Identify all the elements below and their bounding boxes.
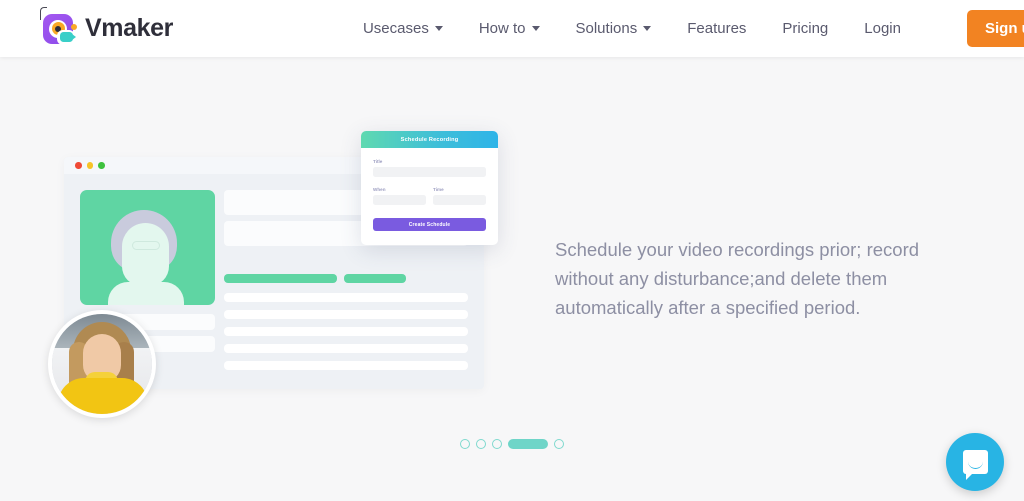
video-preview-panel <box>80 190 215 305</box>
hero-section: Schedule Recording Title When Time Creat… <box>0 57 1024 501</box>
illustration-face-shape <box>122 223 169 286</box>
chevron-down-icon <box>434 26 443 31</box>
brand-name: Vmaker <box>85 14 173 42</box>
nav-item-pricing[interactable]: Pricing <box>782 20 828 37</box>
avatar <box>48 310 156 418</box>
main-navigation: Usecases How to Solutions Features Prici… <box>363 10 1024 47</box>
time-field-label: Time <box>433 187 444 192</box>
sign-up-now-button[interactable]: Sign up Now <box>966 10 1024 47</box>
logo-orange-dot-icon <box>71 23 77 30</box>
carousel-dot-2[interactable] <box>476 439 486 449</box>
nav-item-features-label: Features <box>687 20 747 37</box>
chevron-down-icon <box>531 26 540 31</box>
brand-logo[interactable]: Vmaker <box>38 6 173 48</box>
placeholder-accent-bar <box>344 274 406 283</box>
avatar-sweater-shape <box>58 378 148 414</box>
title-field-label: Title <box>373 159 383 164</box>
site-header: Vmaker Usecases How to Solutions Feature… <box>0 0 1024 57</box>
placeholder-line <box>224 344 468 353</box>
nav-item-solutions-label: Solutions <box>575 20 638 37</box>
placeholder-line <box>224 310 468 319</box>
nav-item-how-to-label: How to <box>478 20 526 37</box>
schedule-recording-modal: Schedule Recording Title When Time Creat… <box>361 131 498 245</box>
when-field-group: When <box>373 187 426 205</box>
nav-item-pricing-label: Pricing <box>782 20 829 37</box>
close-red-icon <box>75 162 82 169</box>
when-field-label: When <box>373 187 386 192</box>
illustration-body-shape <box>108 282 184 305</box>
carousel-dot-5[interactable] <box>554 439 564 449</box>
hero-description: Schedule your video recordings prior; re… <box>555 239 920 319</box>
placeholder-accent-bar <box>224 274 337 283</box>
vmaker-camera-logo-icon <box>38 6 77 48</box>
nav-item-login[interactable]: Login <box>864 20 901 37</box>
chevron-down-icon <box>643 26 652 31</box>
create-schedule-button[interactable]: Create Schedule <box>373 218 486 231</box>
carousel-pagination <box>0 439 1024 449</box>
schedule-modal-title: Schedule Recording <box>361 131 498 148</box>
nav-item-how-to[interactable]: How to <box>479 20 540 37</box>
illustration-glasses-icon <box>132 241 160 250</box>
placeholder-line <box>224 327 468 336</box>
carousel-dot-1[interactable] <box>460 439 470 449</box>
when-time-row: When Time <box>373 187 486 205</box>
minimize-yellow-icon <box>86 162 93 169</box>
time-field[interactable] <box>433 195 486 205</box>
carousel-dot-3[interactable] <box>492 439 502 449</box>
nav-item-features[interactable]: Features <box>687 20 746 37</box>
when-field[interactable] <box>373 195 426 205</box>
schedule-modal-body: Title When Time Create Schedule <box>361 148 498 245</box>
chat-bubble-icon <box>962 450 988 480</box>
placeholder-line <box>224 361 468 370</box>
placeholder-line <box>224 293 468 302</box>
nav-item-usecases-label: Usecases <box>362 20 429 37</box>
nav-item-usecases[interactable]: Usecases <box>363 20 443 37</box>
carousel-dot-4-active[interactable] <box>508 439 548 449</box>
time-field-group: Time <box>433 187 486 205</box>
logo-videocam-body-shape <box>59 32 76 42</box>
logo-videocam-icon <box>57 29 76 45</box>
title-field[interactable] <box>373 167 486 177</box>
nav-item-login-label: Login <box>864 20 901 37</box>
chat-smile-icon <box>967 461 983 469</box>
maximize-green-icon <box>98 162 105 169</box>
chat-launcher-button[interactable] <box>946 433 1004 491</box>
nav-item-solutions[interactable]: Solutions <box>576 20 652 37</box>
